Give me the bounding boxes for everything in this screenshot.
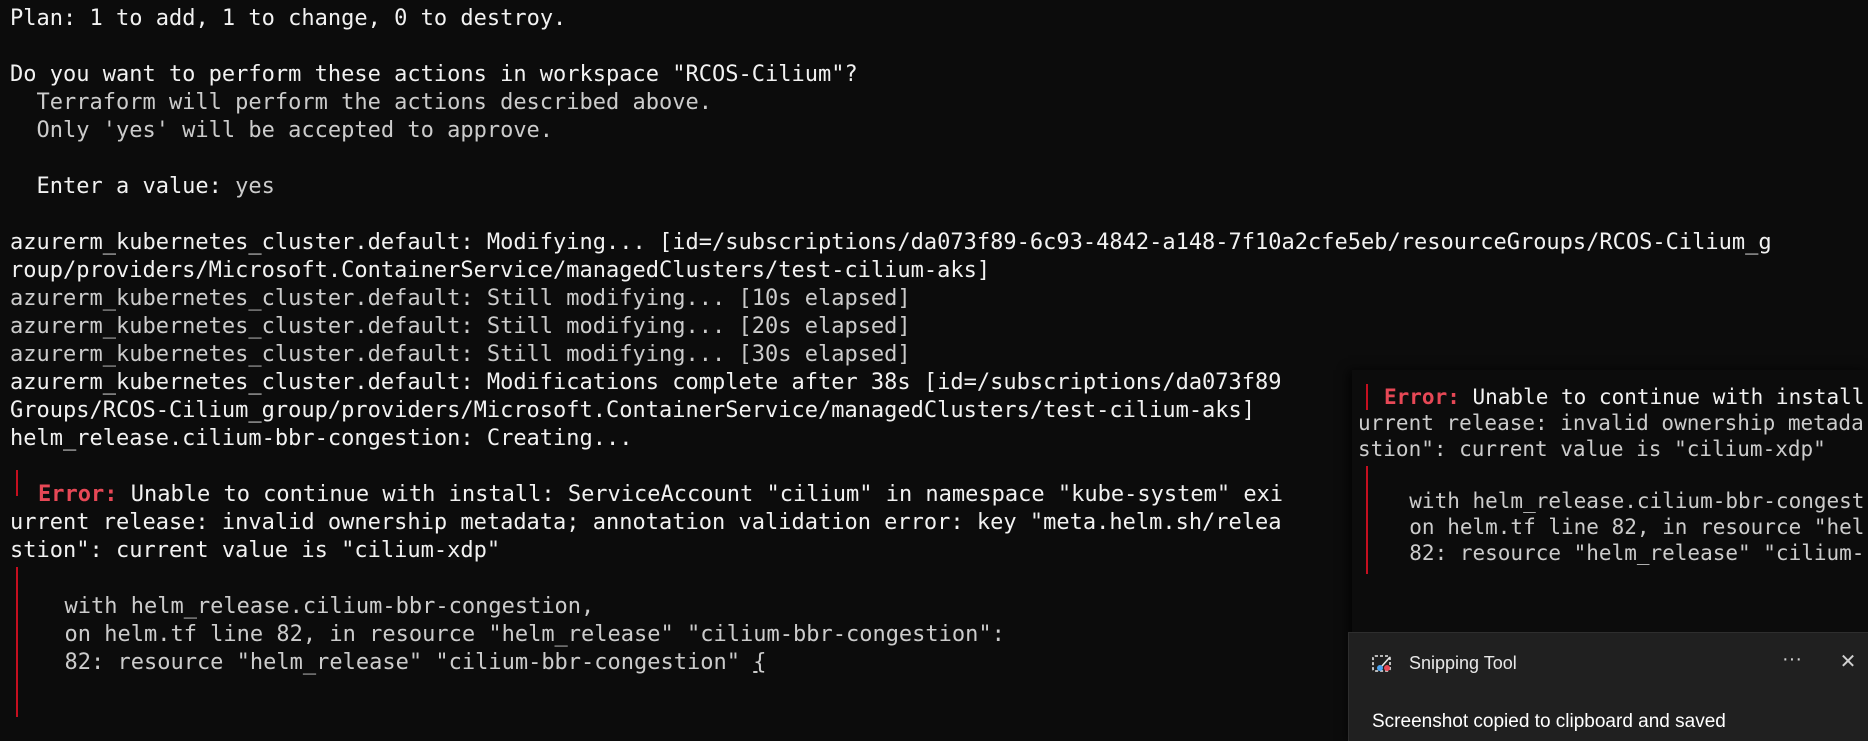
toast-app-name: Snipping Tool	[1409, 653, 1517, 673]
overlay-error-line-3: stion": current value is "cilium-xdp"	[1358, 437, 1826, 461]
terminal-window[interactable]: Plan: 1 to add, 1 to change, 0 to destro…	[0, 0, 1868, 741]
overlay-code-line: 82: resource "helm_release" "cilium-	[1384, 541, 1865, 565]
prompt-question: Do you want to perform these actions in …	[10, 62, 858, 87]
plan-label: Plan:	[10, 6, 77, 31]
log-line-2: roup/providers/Microsoft.ContainerServic…	[10, 258, 991, 283]
error-text-1: Unable to continue with install: Service…	[117, 482, 1284, 507]
enter-value-input[interactable]: yes	[222, 174, 275, 199]
log-line-7: Groups/RCOS-Cilium_group/providers/Micro…	[10, 398, 1256, 423]
error-line-1: Error: Unable to continue with install: …	[38, 481, 1283, 509]
overlay-on-line: on helm.tf line 82, in resource "hel	[1384, 515, 1865, 539]
error-bar-top	[16, 470, 18, 496]
with-line: with helm_release.cilium-bbr-congestion,	[38, 594, 595, 619]
prompt-note-2: Only 'yes' will be accepted to approve.	[10, 118, 554, 143]
enter-value-label: Enter a value:	[10, 174, 222, 199]
log-line-3: azurerm_kubernetes_cluster.default: Stil…	[10, 286, 911, 311]
overlay-error-bar-top	[1366, 384, 1368, 410]
code-text: 82: resource "helm_release" "cilium-bbr-…	[38, 650, 754, 675]
error-bar-bottom	[16, 567, 18, 717]
overlay-error-text-1: Unable to continue with install	[1459, 385, 1865, 409]
on-line: on helm.tf line 82, in resource "helm_re…	[38, 622, 1005, 647]
overlay-error-line-2: urrent release: invalid ownership metada	[1358, 411, 1864, 435]
plan-text: 1 to add, 1 to change, 0 to destroy.	[76, 6, 567, 31]
text-cursor: {	[753, 650, 767, 675]
snipping-tool-notification[interactable]: Snipping Tool ··· ✕ Screenshot copied to…	[1348, 632, 1868, 741]
toast-message: Screenshot copied to clipboard and saved	[1372, 711, 1726, 732]
log-line-4: azurerm_kubernetes_cluster.default: Stil…	[10, 314, 911, 339]
log-line-1: azurerm_kubernetes_cluster.default: Modi…	[10, 230, 1772, 255]
enter-value-line: Enter a value: yes	[10, 173, 275, 201]
overlay-with-line: with helm_release.cilium-bbr-congest	[1384, 489, 1865, 513]
overlay-error-label: Error:	[1384, 385, 1460, 409]
overlay-error-bar-bottom	[1366, 466, 1368, 574]
more-options-button[interactable]: ···	[1775, 647, 1809, 677]
code-line: 82: resource "helm_release" "cilium-bbr-…	[38, 649, 766, 677]
prompt-note-1: Terraform will perform the actions descr…	[10, 90, 712, 115]
error-line-3: stion": current value is "cilium-xdp"	[10, 538, 501, 563]
overlay-error-line-1: Error: Unable to continue with install	[1384, 384, 1864, 410]
log-line-8: helm_release.cilium-bbr-congestion: Crea…	[10, 426, 633, 451]
log-line-6: azurerm_kubernetes_cluster.default: Modi…	[10, 370, 1282, 395]
plan-summary: Plan: 1 to add, 1 to change, 0 to destro…	[10, 5, 566, 33]
error-label: Error:	[38, 482, 118, 507]
log-line-5: azurerm_kubernetes_cluster.default: Stil…	[10, 342, 911, 367]
close-icon[interactable]: ✕	[1833, 647, 1863, 677]
snipping-tool-icon	[1372, 653, 1394, 675]
error-line-2: urrent release: invalid ownership metada…	[10, 510, 1282, 535]
